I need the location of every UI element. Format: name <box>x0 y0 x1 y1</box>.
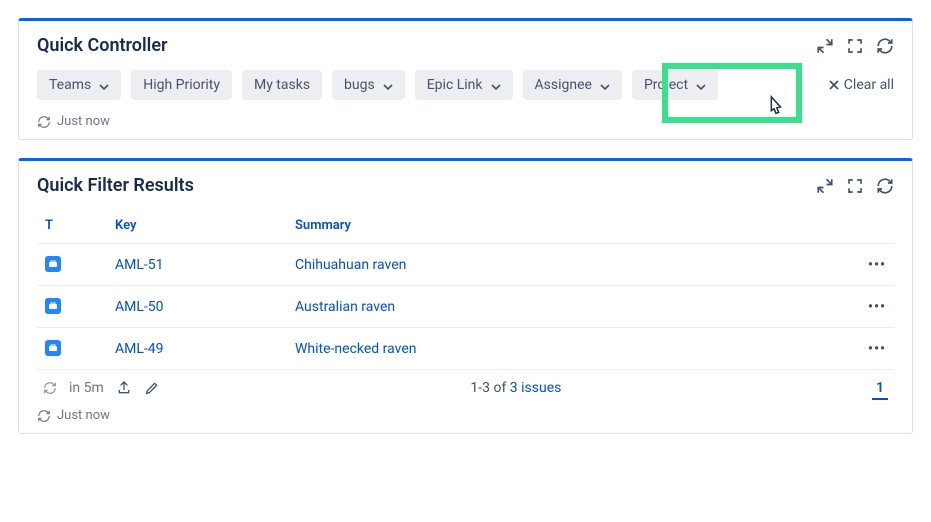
refresh-icon[interactable] <box>37 409 51 423</box>
share-icon[interactable] <box>116 380 132 396</box>
refresh-icon[interactable] <box>876 37 894 55</box>
chevron-down-icon <box>99 80 109 90</box>
chip-my-tasks[interactable]: My tasks <box>242 70 322 100</box>
chip-label: Epic Link <box>427 77 483 93</box>
controller-refresh-status: Just now <box>37 114 894 129</box>
fullscreen-icon[interactable] <box>846 177 864 195</box>
chip-label: Project <box>644 77 688 93</box>
chip-assignee[interactable]: Assignee <box>523 70 622 100</box>
chip-project[interactable]: Project <box>632 70 718 100</box>
quick-controller-title: Quick Controller <box>37 35 167 56</box>
chip-teams[interactable]: Teams <box>37 70 121 100</box>
more-actions-icon[interactable]: ••• <box>868 257 886 273</box>
clear-all-button[interactable]: Clear all <box>828 77 894 93</box>
issue-summary-link[interactable]: Chihuahuan raven <box>295 257 406 273</box>
col-header-key[interactable]: Key <box>107 210 287 244</box>
results-footer: in 5m 1-3 of 3 issues 1 <box>37 370 894 400</box>
chip-label: High Priority <box>143 77 220 93</box>
close-icon <box>828 79 840 91</box>
table-row: AML-51 Chihuahuan raven ••• <box>37 244 894 286</box>
quick-controller-panel: Quick Controller Teams High Priority My … <box>18 18 913 140</box>
chip-label: My tasks <box>254 77 310 93</box>
refresh-icon[interactable] <box>43 381 57 395</box>
results-title: Quick Filter Results <box>37 175 194 196</box>
issue-summary-link[interactable]: White-necked raven <box>295 341 416 357</box>
col-header-summary[interactable]: Summary <box>287 210 774 244</box>
page-number[interactable]: 1 <box>872 380 888 400</box>
table-row: AML-49 White-necked raven ••• <box>37 328 894 370</box>
refresh-in-text: in 5m <box>69 380 104 396</box>
results-refresh-text: Just now <box>57 408 110 423</box>
filter-chips-row: Teams High Priority My tasks bugs Epic L… <box>37 70 894 100</box>
results-refresh-status: Just now <box>37 408 894 423</box>
collapse-icon[interactable] <box>816 37 834 55</box>
refresh-icon[interactable] <box>876 177 894 195</box>
collapse-icon[interactable] <box>816 177 834 195</box>
clear-all-label: Clear all <box>844 77 894 93</box>
issue-key-link[interactable]: AML-50 <box>115 299 164 315</box>
chevron-down-icon <box>696 80 706 90</box>
refresh-icon[interactable] <box>37 115 51 129</box>
chip-high-priority[interactable]: High Priority <box>131 70 232 100</box>
chip-epic-link[interactable]: Epic Link <box>415 70 513 100</box>
chip-label: bugs <box>344 77 375 93</box>
issue-type-icon[interactable] <box>45 340 61 356</box>
chevron-down-icon <box>491 80 501 90</box>
edit-icon[interactable] <box>144 380 160 396</box>
results-table: T Key Summary AML-51 Chihuahuan raven ••… <box>37 210 894 370</box>
issue-key-link[interactable]: AML-51 <box>115 257 164 273</box>
fullscreen-icon[interactable] <box>846 37 864 55</box>
controller-refresh-text: Just now <box>57 114 110 129</box>
chevron-down-icon <box>600 80 610 90</box>
more-actions-icon[interactable]: ••• <box>868 299 886 315</box>
chip-label: Teams <box>49 77 91 93</box>
chip-label: Assignee <box>535 77 592 93</box>
quick-filter-results-panel: Quick Filter Results T Key Summary <box>18 158 913 434</box>
results-count-pre: 1-3 of <box>470 380 509 396</box>
more-actions-icon[interactable]: ••• <box>868 341 886 357</box>
table-row: AML-50 Australian raven ••• <box>37 286 894 328</box>
results-count: 1-3 of 3 issues <box>470 380 561 396</box>
chip-bugs[interactable]: bugs <box>332 70 405 100</box>
issue-type-icon[interactable] <box>45 256 61 272</box>
issue-summary-link[interactable]: Australian raven <box>295 299 395 315</box>
issues-link[interactable]: 3 issues <box>510 380 562 396</box>
issue-type-icon[interactable] <box>45 298 61 314</box>
issue-key-link[interactable]: AML-49 <box>115 341 164 357</box>
chevron-down-icon <box>383 80 393 90</box>
col-header-type[interactable]: T <box>37 210 107 244</box>
